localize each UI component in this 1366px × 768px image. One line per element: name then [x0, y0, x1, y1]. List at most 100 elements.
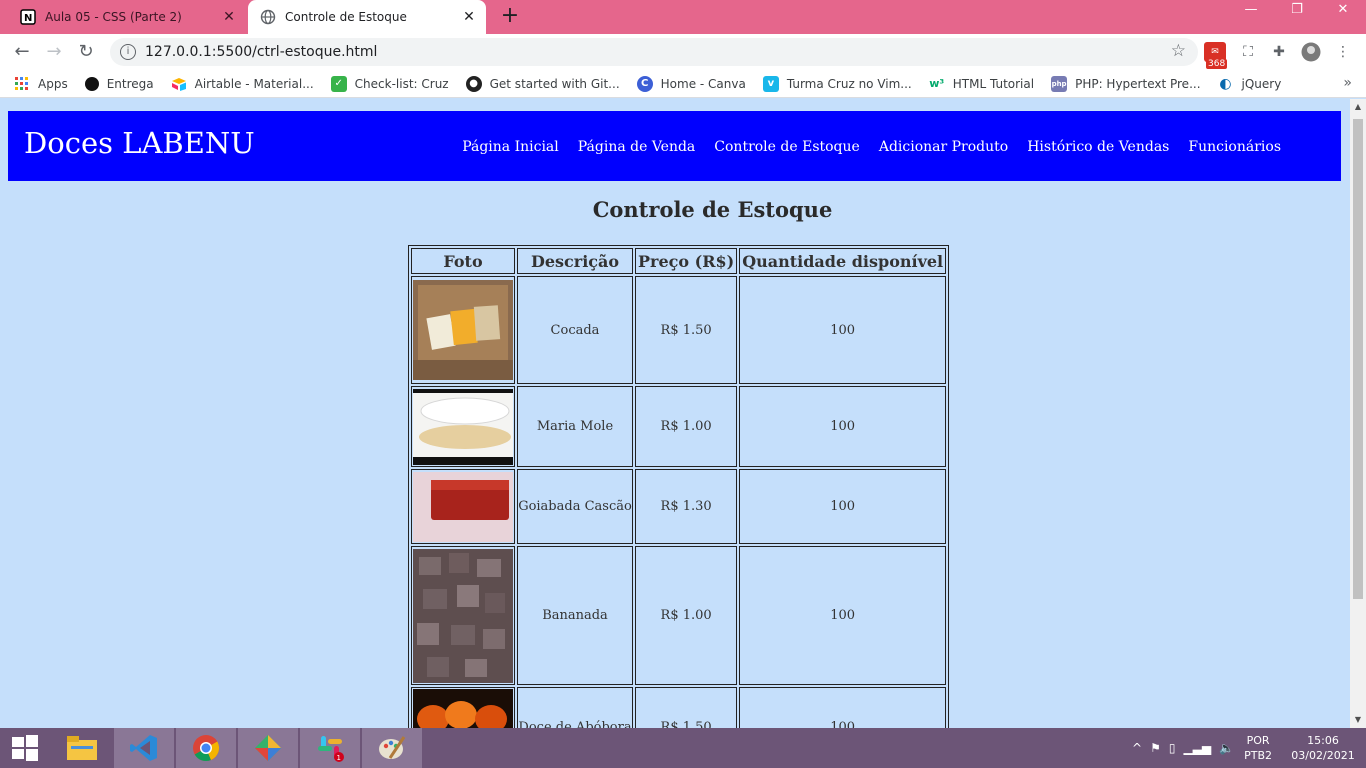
- table-header-row: Foto Descrição Preço (R$) Quantidade dis…: [411, 248, 947, 274]
- back-icon[interactable]: ←: [10, 40, 34, 64]
- tab-title: Controle de Estoque: [285, 10, 407, 24]
- price-cell: R$ 1.00: [635, 386, 738, 467]
- price-cell: R$ 1.30: [635, 469, 738, 544]
- screen-capture-icon[interactable]: ⛶: [1237, 42, 1259, 62]
- file-explorer-icon[interactable]: [52, 728, 112, 768]
- input-language[interactable]: POR PTB2: [1244, 733, 1272, 763]
- vimeo-icon: v: [762, 75, 779, 92]
- price-cell: R$ 1.00: [635, 546, 738, 685]
- quantity-cell: 100: [739, 469, 947, 544]
- bookmark-airtable[interactable]: Airtable - Material...: [171, 76, 314, 92]
- column-header-foto: Foto: [411, 248, 515, 274]
- quantity-cell: 100: [739, 546, 947, 685]
- close-window-icon[interactable]: ✕: [1320, 0, 1366, 22]
- extensions-puzzle-icon[interactable]: ✚: [1268, 42, 1290, 62]
- photo-cell: [411, 386, 515, 467]
- bookmark-label: Turma Cruz no Vim...: [786, 76, 912, 91]
- photo-cell: [411, 687, 515, 728]
- close-tab-icon[interactable]: ✕: [458, 9, 480, 25]
- minimize-icon[interactable]: —: [1228, 0, 1274, 22]
- bookmark-checklist[interactable]: ✓ Check-list: Cruz: [330, 75, 449, 92]
- system-tray: ^ ⚑ ▯ ▁▃▅ 🔈 POR PTB2 15:06 03/02/2021: [1124, 728, 1356, 768]
- forward-icon[interactable]: →: [42, 40, 66, 64]
- dot-icon: [84, 76, 99, 91]
- price-cell: R$ 1.50: [635, 687, 738, 728]
- volume-icon[interactable]: 🔈: [1219, 741, 1234, 755]
- show-hidden-icons-icon[interactable]: ^: [1132, 741, 1142, 755]
- browser-toolbar: ← → ↻ i 127.0.0.1:5500/ctrl-estoque.html…: [0, 34, 1366, 70]
- bookmark-star-icon[interactable]: ☆: [1171, 41, 1186, 61]
- vscode-icon[interactable]: [114, 728, 174, 768]
- nav-pagina-de-venda[interactable]: Página de Venda: [578, 139, 696, 155]
- stock-table: Foto Descrição Preço (R$) Quantidade dis…: [408, 245, 950, 728]
- paint-icon[interactable]: [362, 728, 422, 768]
- page-title: Controle de Estoque: [592, 197, 833, 222]
- nav-pagina-inicial[interactable]: Página Inicial: [462, 139, 559, 155]
- bookmark-label: Check-list: Cruz: [354, 76, 449, 91]
- new-tab-button[interactable]: +: [498, 5, 522, 29]
- photo-cell: [411, 469, 515, 544]
- bookmarks-overflow-icon[interactable]: »: [1343, 75, 1352, 91]
- photo-cell: [411, 276, 515, 384]
- nav-historico-de-vendas[interactable]: Histórico de Vendas: [1027, 139, 1169, 155]
- page-scrollbar[interactable]: ▲ ▼: [1350, 99, 1366, 728]
- jquery-icon: ◐: [1219, 75, 1232, 92]
- reload-icon[interactable]: ↻: [74, 40, 98, 64]
- tab-aula-05[interactable]: N Aula 05 - CSS (Parte 2) ✕: [8, 0, 246, 34]
- nav-controle-de-estoque[interactable]: Controle de Estoque: [714, 139, 860, 155]
- battery-icon[interactable]: ▯: [1169, 741, 1176, 755]
- clock[interactable]: 15:06 03/02/2021: [1290, 733, 1356, 763]
- php-icon: php: [1051, 75, 1068, 92]
- svg-text:N: N: [24, 13, 32, 24]
- bookmark-entrega[interactable]: Entrega: [84, 76, 154, 91]
- site-nav: Página Inicial Página de Venda Controle …: [443, 139, 1281, 155]
- bookmarks-bar: Apps Entrega Airtable - Material... ✓ Ch…: [0, 70, 1366, 98]
- bookmark-php[interactable]: php PHP: Hypertext Pre...: [1051, 75, 1201, 92]
- bookmark-w3schools[interactable]: w³ HTML Tutorial: [929, 76, 1034, 92]
- chrome-icon[interactable]: [176, 728, 236, 768]
- apps-grid-icon: [14, 76, 30, 92]
- scrollbar-thumb[interactable]: [1353, 119, 1363, 599]
- nav-adicionar-produto[interactable]: Adicionar Produto: [879, 139, 1008, 155]
- scroll-up-icon[interactable]: ▲: [1350, 99, 1366, 115]
- gmail-extension-icon[interactable]: ✉ 368: [1204, 42, 1228, 69]
- column-header-descricao: Descrição: [517, 248, 633, 274]
- notion-icon: N: [20, 9, 36, 25]
- bookmark-label: Apps: [38, 76, 68, 91]
- cocada-photo: [413, 280, 513, 380]
- gitkraken-icon[interactable]: [238, 728, 298, 768]
- bookmark-apps[interactable]: Apps: [14, 76, 68, 92]
- bookmark-label: PHP: Hypertext Pre...: [1075, 76, 1201, 91]
- bookmark-github[interactable]: ● Get started with Git...: [465, 75, 620, 92]
- table-row: Bananada R$ 1.00 100: [411, 546, 947, 685]
- nav-funcionarios[interactable]: Funcionários: [1188, 139, 1281, 155]
- windows-start-icon[interactable]: [0, 728, 50, 768]
- window-controls: — ❐ ✕: [1228, 0, 1366, 30]
- flag-icon[interactable]: ⚑: [1150, 741, 1161, 755]
- bookmark-canva[interactable]: C Home - Canva: [636, 75, 746, 92]
- site-brand: Doces LABENU: [24, 126, 255, 160]
- description-cell: Cocada: [517, 276, 633, 384]
- close-tab-icon[interactable]: ✕: [218, 9, 240, 25]
- description-cell: Goiabada Cascão: [517, 469, 633, 544]
- language-code: POR: [1246, 734, 1270, 747]
- site-info-icon[interactable]: i: [120, 44, 136, 60]
- gmail-badge: 368: [1206, 59, 1228, 69]
- doce-de-abobora-photo: [413, 689, 513, 728]
- bookmark-vimeo[interactable]: v Turma Cruz no Vim...: [762, 75, 912, 92]
- address-bar[interactable]: i 127.0.0.1:5500/ctrl-estoque.html ☆: [110, 38, 1198, 66]
- restore-icon[interactable]: ❐: [1274, 0, 1320, 22]
- network-icon[interactable]: ▁▃▅: [1183, 741, 1211, 755]
- maria-mole-photo: [413, 388, 513, 465]
- description-cell: Doce de Abóbora: [517, 687, 633, 728]
- slack-icon[interactable]: 1: [300, 728, 360, 768]
- quantity-cell: 100: [739, 276, 947, 384]
- tab-controle-de-estoque[interactable]: Controle de Estoque ✕: [248, 0, 486, 34]
- tab-title: Aula 05 - CSS (Parte 2): [45, 10, 182, 24]
- menu-kebab-icon[interactable]: ⋮: [1332, 42, 1354, 62]
- bookmark-jquery[interactable]: ◐ jQuery: [1218, 75, 1281, 92]
- page-viewport: Doces LABENU Página Inicial Página de Ve…: [0, 99, 1350, 728]
- globe-icon: [260, 9, 276, 25]
- profile-avatar[interactable]: [1300, 42, 1322, 62]
- scroll-down-icon[interactable]: ▼: [1350, 712, 1366, 728]
